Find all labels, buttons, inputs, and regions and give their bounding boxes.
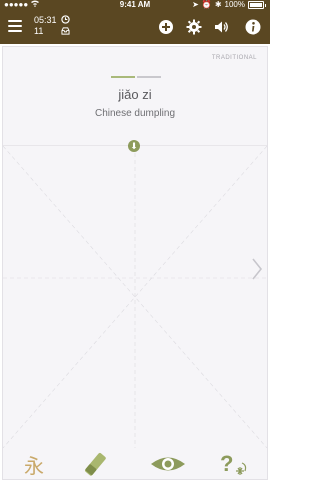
- clock-icon: [61, 15, 70, 27]
- progress-remaining: [137, 76, 161, 78]
- progress-indicator: [111, 76, 161, 79]
- stroke-order-icon[interactable]: 永: [24, 450, 44, 479]
- timer-count: 11: [34, 26, 44, 36]
- speaker-icon[interactable]: [213, 19, 229, 35]
- script-toggle[interactable]: TRADITIONAL: [212, 55, 257, 61]
- writing-grid: [2, 145, 268, 449]
- progress-fill: [111, 76, 135, 78]
- plus-icon[interactable]: [158, 19, 174, 35]
- eraser-icon[interactable]: [82, 451, 108, 477]
- eye-icon[interactable]: [150, 451, 186, 477]
- timer-minutes: 05:31: [34, 15, 57, 25]
- pinyin: jiǎo zi: [118, 87, 152, 102]
- toolbar: 05:31 11: [0, 10, 270, 44]
- menu-icon[interactable]: [8, 20, 22, 32]
- location-icon: ➤: [192, 0, 199, 9]
- status-bar: ●●●●● 9:41 AM ➤ ⏰ ✱ 100%: [0, 0, 270, 10]
- bluetooth-icon: ✱: [214, 0, 222, 9]
- definition: Chinese dumpling: [94, 108, 176, 119]
- gear-icon[interactable]: [186, 19, 202, 35]
- tray-icon: [61, 27, 70, 38]
- next-card-chevron-icon[interactable]: [251, 257, 263, 281]
- expand-down-icon[interactable]: ⬇: [128, 140, 140, 152]
- info-icon[interactable]: [245, 19, 261, 35]
- svg-text:?: ?: [220, 451, 233, 476]
- alarm-icon: ⏰: [201, 0, 212, 9]
- flashcard-panel: TRADITIONAL jiǎo zi Chinese dumpling ⬇: [2, 46, 268, 480]
- question-icon[interactable]: ?: [220, 451, 250, 477]
- session-stats-icons: [61, 15, 70, 38]
- battery-percent: 100%: [224, 0, 245, 9]
- battery-icon: [248, 1, 264, 9]
- status-right: ➤ ⏰ ✱ 100%: [192, 0, 266, 10]
- session-stats: 05:31 11: [34, 15, 57, 37]
- writing-canvas[interactable]: [2, 145, 268, 449]
